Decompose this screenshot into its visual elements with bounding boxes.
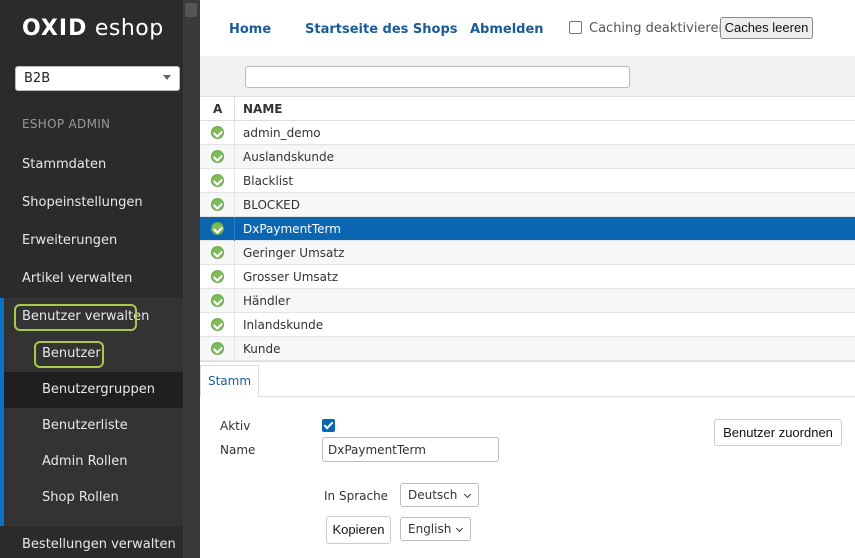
row-name: Geringer Umsatz [243,246,345,260]
shop-start-link[interactable]: Startseite des Shops [305,22,458,37]
table-row-selected[interactable]: DxPaymentTerm [200,217,855,241]
shop-select[interactable]: B2B [15,66,180,91]
language-label: In Sprache [324,489,389,503]
nav-item-shopeinstellungen[interactable]: Shopeinstellungen [0,184,183,222]
check-icon [211,294,224,307]
table-row[interactable]: Händler [200,289,855,313]
chevron-down-icon [463,490,472,499]
check-icon [211,126,224,139]
check-icon [211,246,224,259]
home-link[interactable]: Home [229,22,271,37]
detail-panel [200,361,855,558]
nav-item-stammdaten[interactable]: Stammdaten [0,146,183,184]
copy-language-select[interactable]: English [400,517,471,541]
row-name: BLOCKED [243,198,301,212]
sub-item-benutzergruppen[interactable]: Benutzergruppen [4,372,183,408]
sub-item-benutzerliste[interactable]: Benutzerliste [4,408,183,444]
active-label: Aktiv [220,419,251,433]
table-row[interactable]: Geringer Umsatz [200,241,855,265]
highlight-benutzer-verwalten [14,304,137,331]
row-name: admin_demo [243,126,321,140]
table-row[interactable]: Grosser Umsatz [200,265,855,289]
row-name: Händler [243,294,291,308]
copy-language-value: English [408,522,452,536]
highlight-benutzer [34,341,104,368]
row-name: Blacklist [243,174,294,188]
check-icon [211,342,224,355]
name-filter-input[interactable] [245,66,630,88]
table-row[interactable]: BLOCKED [200,193,855,217]
caching-label: Caching deaktivieren [589,21,727,36]
section-label: ESHOP ADMIN [22,117,111,131]
nav-item-bestellungen-verwalten[interactable]: Bestellungen verwalten [0,526,183,558]
check-icon [211,270,224,283]
logout-link[interactable]: Abmelden [470,22,544,37]
clear-caches-button[interactable]: Caches leeren [720,17,813,39]
language-select-value: Deutsch [408,488,458,502]
user-group-list: admin_demo Auslandskunde Blacklist BLOCK… [200,121,855,361]
table-row[interactable]: admin_demo [200,121,855,145]
name-field[interactable]: DxPaymentTerm [322,437,499,462]
row-name: Kunde [243,342,281,356]
table-row[interactable]: Auslandskunde [200,145,855,169]
oxid-logo[interactable]: OXID eshop [22,16,164,41]
check-icon [211,174,224,187]
table-row[interactable]: Kunde [200,337,855,361]
copy-button[interactable]: Kopieren [326,516,391,544]
check-icon [211,222,224,235]
row-name: Inlandskunde [243,318,324,332]
row-name: Auslandskunde [243,150,335,164]
caching-checkbox[interactable] [569,21,582,34]
check-icon [211,318,224,331]
sub-item-shop-rollen[interactable]: Shop Rollen [4,480,183,516]
list-header: A NAME [200,97,855,121]
column-header-active[interactable]: A [213,102,222,116]
sub-item-admin-rollen[interactable]: Admin Rollen [4,444,183,480]
check-icon [211,198,224,211]
tab-stamm[interactable]: Stamm [200,365,259,397]
sidebar: OXID eshop B2B ESHOP ADMIN Stammdaten Sh… [0,0,200,558]
chevron-down-icon [455,524,464,533]
table-row[interactable]: Inlandskunde [200,313,855,337]
row-name: DxPaymentTerm [243,222,341,236]
language-select[interactable]: Deutsch [400,483,479,507]
assign-users-button[interactable]: Benutzer zuordnen [714,419,842,446]
name-label: Name [220,443,256,457]
tab-divider [259,396,855,397]
sidebar-scrollbar[interactable] [183,0,200,558]
column-header-name[interactable]: NAME [243,102,282,116]
active-checkbox[interactable] [322,419,335,432]
table-row[interactable]: Blacklist [200,169,855,193]
nav-item-artikel-verwalten[interactable]: Artikel verwalten [0,260,183,298]
row-name: Grosser Umsatz [243,270,339,284]
chevron-down-icon [163,75,171,80]
sidebar-scrollbar-thumb[interactable] [185,3,197,17]
nav-item-erweiterungen[interactable]: Erweiterungen [0,222,183,260]
check-icon [211,150,224,163]
column-divider [234,97,235,121]
shop-select-value: B2B [24,71,51,86]
